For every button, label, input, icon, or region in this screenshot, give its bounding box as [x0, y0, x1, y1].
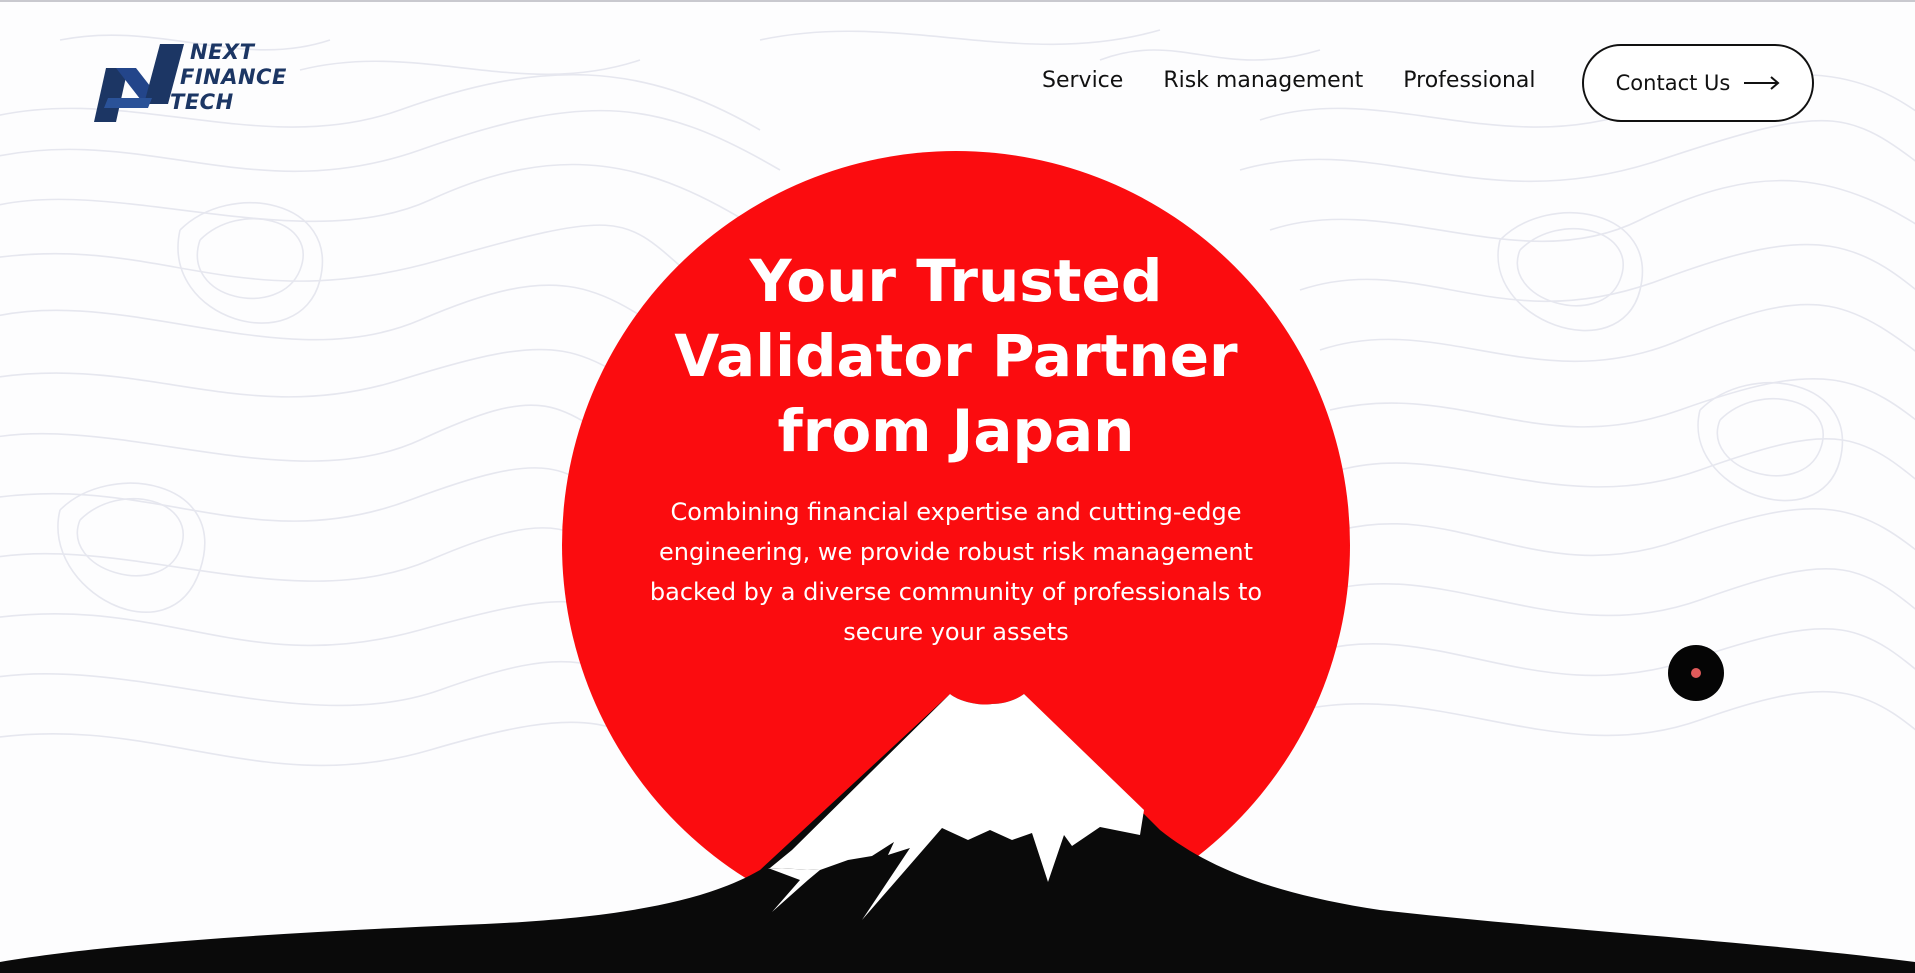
hero-subtitle-line: backed by a diverse community of profess…: [649, 578, 1263, 606]
hero-title: Your Trusted Validator Partner from Japa…: [600, 244, 1312, 469]
hero-subtitle-line: Combining financial expertise and cuttin…: [670, 498, 1242, 526]
brand-logo[interactable]: NEXT FINANCE TECH: [94, 40, 294, 124]
landing-page: NEXT FINANCE TECH Service Risk managemen…: [0, 0, 1915, 973]
nav-link-professional[interactable]: Professional: [1403, 68, 1535, 93]
hero-title-line: Validator Partner: [674, 322, 1238, 390]
hero-subtitle-line: engineering, we provide robust risk mana…: [659, 538, 1253, 566]
contact-us-button[interactable]: Contact Us: [1582, 44, 1814, 122]
nav-link-risk-management[interactable]: Risk management: [1163, 68, 1363, 93]
hero-subtitle-line: secure your assets: [843, 618, 1069, 646]
mount-fuji-illustration: [0, 694, 1915, 973]
hero-subtitle: Combining financial expertise and cuttin…: [636, 492, 1276, 652]
floating-widget-button[interactable]: [1668, 645, 1724, 701]
logo-line-tech: TECH: [170, 90, 234, 114]
contact-us-label: Contact Us: [1615, 71, 1731, 95]
record-dot-icon: [1691, 668, 1701, 678]
main-nav: Service Risk management Professional: [1042, 68, 1576, 93]
arrow-right-icon: [1744, 76, 1780, 90]
logo-line-next: NEXT: [190, 40, 255, 64]
nav-link-service[interactable]: Service: [1042, 68, 1123, 93]
logo-line-finance: FINANCE: [180, 65, 287, 89]
hero-title-line: Your Trusted: [749, 247, 1163, 315]
logo-wordmark: NEXT FINANCE TECH: [170, 40, 287, 115]
hero-title-line: from Japan: [777, 397, 1135, 465]
